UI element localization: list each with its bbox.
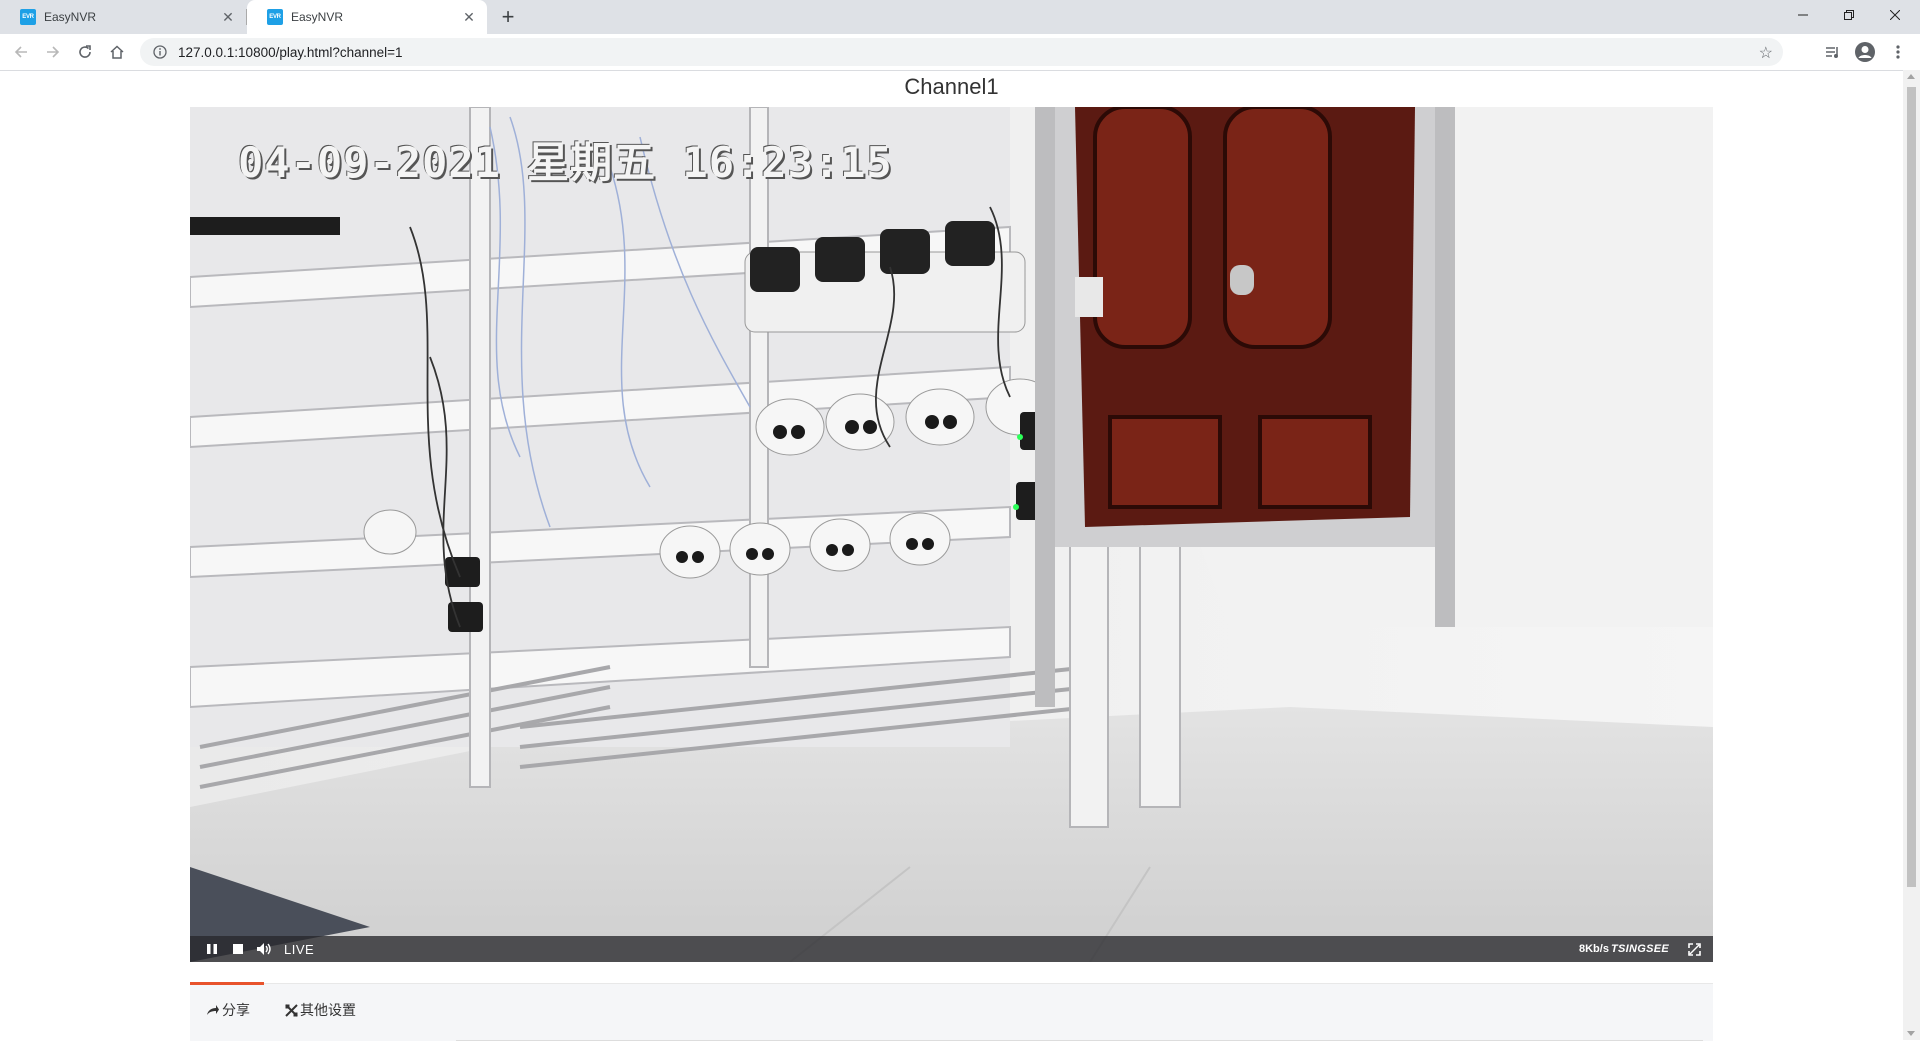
profile-icon[interactable] [1851,38,1879,66]
easynvr-favicon-icon: EVR [267,9,283,25]
forward-icon[interactable] [39,38,67,66]
browser-toolbar: 127.0.0.1:10800/play.html?channel=1 ☆ [0,34,1920,71]
browser-tab-1[interactable]: EVR EasyNVR ✕ [0,0,246,34]
restore-icon[interactable] [1826,0,1872,30]
channel-title: Channel1 [904,74,999,99]
browser-tab-2[interactable]: EVR EasyNVR ✕ [247,0,487,34]
star-icon[interactable]: ☆ [1759,43,1773,63]
tab-share-label: 分享 [222,1001,250,1018]
new-tab-icon[interactable]: + [496,4,520,29]
media-icon[interactable] [1818,38,1846,66]
fullscreen-icon[interactable] [1685,940,1703,958]
player-status-area: 8Kb/s TSINGSEE [1579,936,1703,962]
scrollbar-thumb[interactable] [1907,87,1916,887]
address-bar[interactable]: 127.0.0.1:10800/play.html?channel=1 ☆ [140,38,1783,66]
close-window-icon[interactable] [1872,0,1918,30]
tab-title: EasyNVR [291,10,344,24]
minimize-icon[interactable] [1780,0,1826,30]
reload-icon[interactable] [71,38,99,66]
player-control-bar: LIVE 8Kb/s TSINGSEE [190,936,1713,962]
address-url[interactable]: 127.0.0.1:10800/play.html?channel=1 [178,45,403,60]
video-osd-timestamp: 04-09-2021 星期五 16:23:15 [238,138,893,187]
player-settings-panel: 分享 其他设置 [190,982,1713,1041]
page-scrollbar[interactable] [1903,70,1920,1040]
camera-video-frame [190,107,1713,962]
settings-icon [285,1003,298,1017]
tab-close-icon[interactable]: ✕ [220,9,236,25]
tab-strip: EVR EasyNVR ✕ EVR EasyNVR ✕ + [0,0,1920,34]
share-icon [206,1004,220,1016]
volume-icon[interactable] [254,939,274,959]
stop-icon[interactable] [228,939,248,959]
home-icon[interactable] [103,38,131,66]
video-player[interactable]: 04-09-2021 星期五 16:23:15 LIVE 8Kb/s TSING… [190,107,1713,962]
tab-title: EasyNVR [44,10,97,24]
live-indicator: LIVE [284,941,315,957]
scroll-down-icon[interactable] [1907,1031,1915,1036]
tab-other-settings-label: 其他设置 [300,1002,356,1018]
scroll-up-icon[interactable] [1907,74,1915,79]
menu-icon[interactable] [1884,38,1912,66]
tab-close-icon[interactable]: ✕ [461,9,477,25]
easynvr-favicon-icon: EVR [20,9,36,25]
info-icon[interactable] [152,44,168,60]
tab-other-settings[interactable]: 其他设置 [285,984,356,1036]
tsingsee-logo: TSINGSEE [1610,943,1669,955]
tab-share[interactable]: 分享 [190,982,264,1034]
back-icon[interactable] [7,38,35,66]
bitrate-readout: 8Kb/s [1579,943,1609,955]
pause-icon[interactable] [202,939,222,959]
